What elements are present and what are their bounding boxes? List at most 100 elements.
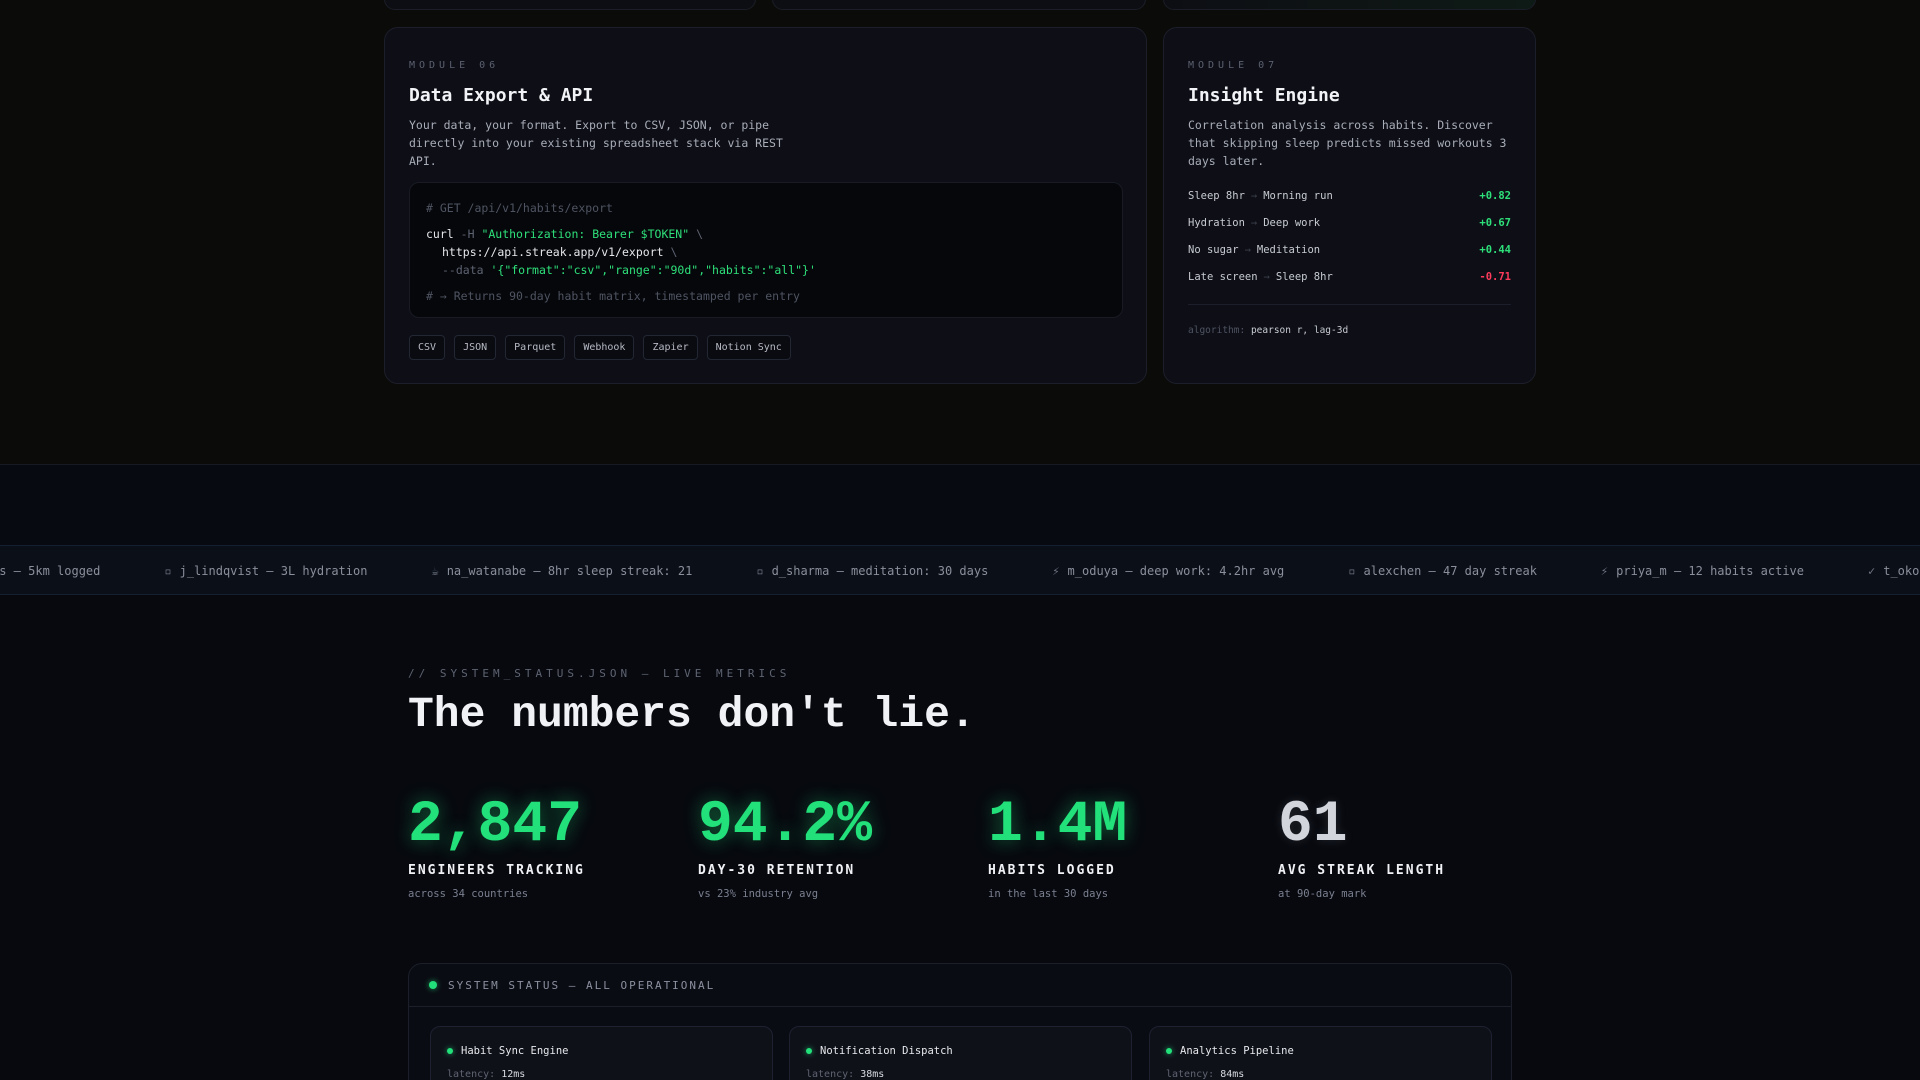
- stat-sub: across 34 countries: [408, 888, 529, 900]
- stat-sub: vs 23% industry avg: [698, 888, 819, 900]
- stat-value: 2,847: [408, 793, 583, 858]
- ticker-text: m_oduya — deep work: 4.2hr avg: [1067, 564, 1285, 578]
- service-name: Analytics Pipeline: [1166, 1045, 1475, 1057]
- lightning-icon: ⚡: [1052, 564, 1060, 578]
- code-command: curl: [426, 227, 454, 241]
- description-line: API.: [409, 154, 437, 168]
- code-flag: -H: [460, 227, 475, 241]
- ticker-item: ▫ d_sharma — meditation: 30 days: [756, 564, 988, 578]
- ticker-item: ☕ na_watanabe — 8hr sleep streak: 21: [431, 564, 692, 578]
- code-string: "Authorization: Bearer $TOKEN": [481, 227, 690, 241]
- service-card: Analytics Pipeline latency: 84ms: [1149, 1026, 1492, 1080]
- description-line: Correlation analysis across habits. Disc…: [1188, 118, 1493, 132]
- activity-ticker: es — 5km logged ▫ j_lindqvist — 3L hydrat…: [0, 545, 1920, 595]
- algorithm-value: pearson r, lag-3d: [1250, 325, 1349, 336]
- status-dot-icon: [429, 981, 437, 989]
- service-latency: latency: 84ms: [1166, 1069, 1475, 1080]
- correlation-row: Sleep 8hr → Morning run +0.82: [1188, 182, 1511, 209]
- card-title: Insight Engine: [1188, 85, 1340, 106]
- check-icon: ✓: [1868, 564, 1876, 578]
- latency-value: 84ms: [1220, 1069, 1245, 1080]
- tag-webhook[interactable]: Webhook: [574, 335, 635, 360]
- correlation-value: +0.82: [1479, 189, 1511, 202]
- stat-value: 1.4M: [988, 793, 1128, 858]
- status-dot-icon: [447, 1048, 453, 1054]
- algorithm-label: algorithm:: [1188, 325, 1246, 336]
- correlation-row: No sugar → Meditation +0.44: [1188, 236, 1511, 263]
- code-continuation: \: [670, 245, 678, 259]
- stat-label: ENGINEERS TRACKING: [408, 863, 585, 878]
- stat-streak-length: 61 AVG STREAK LENGTH at 90-day mark: [1278, 793, 1538, 901]
- insight-engine-card: MODULE 07 Insight Engine Correlation ana…: [1163, 27, 1536, 384]
- card-description: Correlation analysis across habits. Disc…: [1188, 116, 1511, 170]
- code-comment: # GET /api/v1/habits/export: [426, 201, 613, 215]
- square-icon: ▫: [1348, 564, 1356, 578]
- latency-value: 38ms: [860, 1069, 885, 1080]
- service-latency: latency: 12ms: [447, 1069, 756, 1080]
- status-dot-icon: [806, 1048, 812, 1054]
- ticker-text: d_sharma — meditation: 30 days: [771, 564, 989, 578]
- status-heading: SYSTEM STATUS — ALL OPERATIONAL: [448, 978, 716, 992]
- arrow-icon: →: [1244, 243, 1251, 256]
- correlation-row: Late screen → Sleep 8hr -0.71: [1188, 263, 1511, 290]
- previous-card-edge: [384, 0, 756, 10]
- tag-csv[interactable]: CSV: [409, 335, 446, 360]
- stat-value: 61: [1278, 793, 1348, 858]
- service-latency: latency: 38ms: [806, 1069, 1115, 1080]
- section-label: // SYSTEM_STATUS.JSON — LIVE METRICS: [408, 667, 791, 680]
- code-line: curl -H "Authorization: Bearer $TOKEN" \: [426, 225, 1106, 243]
- ticker-item: ✓ t_oko: [1868, 564, 1919, 578]
- ticker-text: es — 5km logged: [0, 564, 101, 578]
- stat-sub: in the last 30 days: [988, 888, 1109, 900]
- description-line: that skipping sleep predicts missed work…: [1188, 136, 1507, 150]
- correlation-value: -0.71: [1479, 270, 1511, 283]
- stat-sub: at 90-day mark: [1278, 888, 1367, 900]
- ticker-text: na_watanabe — 8hr sleep streak: 21: [446, 564, 693, 578]
- status-header: SYSTEM STATUS — ALL OPERATIONAL: [409, 964, 1511, 1007]
- arrow-icon: →: [1250, 189, 1258, 202]
- code-line: --data '{"format":"csv","range":"90d","h…: [426, 261, 1106, 279]
- module-label: MODULE 06: [409, 60, 500, 71]
- stat-label: HABITS LOGGED: [988, 863, 1116, 878]
- habit-to: Sleep 8hr: [1275, 270, 1333, 283]
- arrow-icon: →: [1263, 270, 1270, 283]
- code-url: https://api.streak.app/v1/export: [442, 245, 664, 259]
- ticker-text: t_oko: [1883, 564, 1920, 578]
- service-card: Habit Sync Engine latency: 12ms: [430, 1026, 773, 1080]
- tag-parquet[interactable]: Parquet: [505, 335, 566, 360]
- service-name-text: Notification Dispatch: [820, 1045, 953, 1057]
- latency-label: latency:: [447, 1069, 496, 1080]
- tag-json[interactable]: JSON: [454, 335, 497, 360]
- code-line: https://api.streak.app/v1/export \: [426, 243, 1106, 261]
- ticker-item: ▫ alexchen — 47 day streak: [1348, 564, 1537, 578]
- stat-label: AVG STREAK LENGTH: [1278, 863, 1446, 878]
- code-flag: --data: [442, 263, 484, 277]
- code-continuation: \: [696, 227, 704, 241]
- arrow-icon: →: [1250, 216, 1258, 229]
- ticker-text: j_lindqvist — 3L hydration: [179, 564, 368, 578]
- module-label: MODULE 07: [1188, 60, 1279, 71]
- stat-retention: 94.2% DAY-30 RETENTION vs 23% industry a…: [698, 795, 958, 901]
- stat-habits-logged: 1.4M HABITS LOGGED in the last 30 days: [988, 793, 1248, 901]
- format-tags: CSV JSON Parquet Webhook Zapier Notion S…: [409, 335, 791, 360]
- status-dot-icon: [1166, 1048, 1172, 1054]
- description-line: directly into your existing spreadsheet …: [409, 136, 783, 150]
- habit-from: Sleep 8hr: [1188, 189, 1245, 202]
- correlation-value: +0.44: [1479, 243, 1511, 256]
- ticker-item: es — 5km logged: [0, 564, 100, 578]
- page-title: The numbers don't lie.: [408, 690, 976, 739]
- ticker-track: es — 5km logged ▫ j_lindqvist — 3L hydrat…: [0, 546, 1920, 594]
- tag-notion-sync[interactable]: Notion Sync: [706, 335, 791, 360]
- description-line: days later.: [1188, 154, 1265, 168]
- service-card: Notification Dispatch latency: 38ms: [789, 1026, 1132, 1080]
- tag-zapier[interactable]: Zapier: [643, 335, 698, 360]
- stat-label: DAY-30 RETENTION: [698, 863, 856, 878]
- habit-to: Meditation: [1256, 243, 1321, 256]
- code-string: '{"format":"csv","range":"90d","habits":…: [490, 263, 816, 277]
- latency-value: 12ms: [501, 1069, 526, 1080]
- ticker-text: alexchen — 47 day streak: [1363, 564, 1537, 578]
- correlation-row: Hydration → Deep work +0.67: [1188, 209, 1511, 236]
- stat-engineers: 2,847 ENGINEERS TRACKING across 34 count…: [408, 793, 668, 901]
- square-icon: ▫: [164, 564, 172, 578]
- service-name: Habit Sync Engine: [447, 1045, 756, 1057]
